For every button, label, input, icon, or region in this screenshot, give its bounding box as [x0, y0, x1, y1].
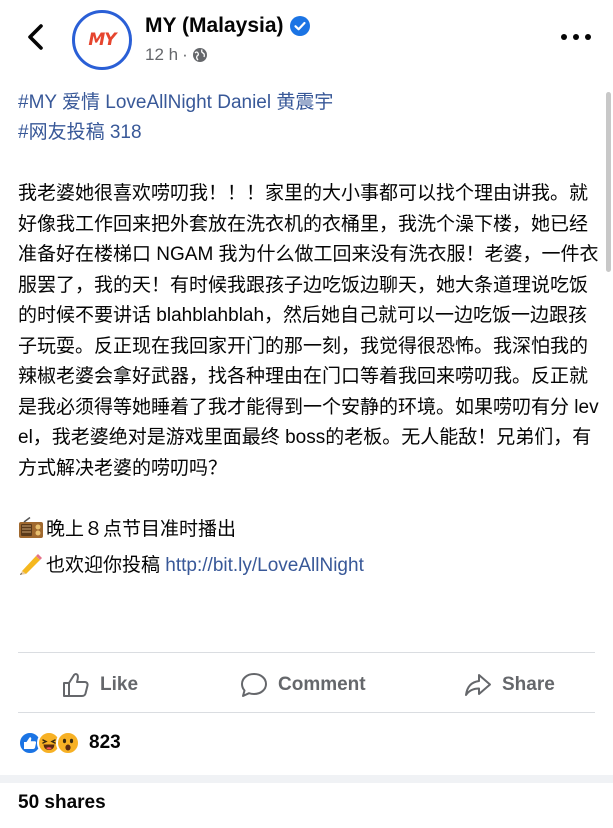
- thumbs-up-icon: [63, 673, 89, 697]
- page-avatar[interactable]: MY: [72, 10, 132, 70]
- share-label: Share: [502, 674, 555, 695]
- hashtag-line[interactable]: #网友投稿 318: [18, 118, 600, 148]
- like-label: Like: [100, 674, 139, 695]
- schedule-line: 晚上８点节目准时播出: [18, 512, 600, 548]
- reactions-summary[interactable]: 823: [18, 728, 121, 758]
- post-header: MY MY (Malaysia) 12 h ·: [0, 0, 613, 84]
- share-icon: [465, 674, 491, 696]
- section-separator: [0, 775, 613, 783]
- comment-icon: [241, 673, 267, 697]
- pencil-icon: [20, 554, 42, 575]
- more-options-button[interactable]: [561, 26, 591, 48]
- action-bar: Like Comment Share: [0, 660, 613, 710]
- submit-text: 也欢迎你投稿: [46, 555, 161, 576]
- shares-count[interactable]: 50 shares: [18, 792, 106, 814]
- like-button[interactable]: Like: [62, 660, 138, 710]
- wow-icon: [56, 731, 80, 755]
- submit-line: 也欢迎你投稿 http://bit.ly/LoveAllNight: [18, 548, 600, 584]
- more-dot: [585, 34, 591, 40]
- divider: [18, 712, 595, 713]
- post-footer-lines: 晚上８点节目准时播出 也欢迎你投稿 http://bit.ly/LoveAllN…: [18, 512, 600, 584]
- share-button[interactable]: Share: [464, 660, 555, 710]
- post-time[interactable]: 12 h: [145, 45, 178, 65]
- hashtags: #MY 爱情 LoveAllNight Daniel 黄震宇 #网友投稿 318: [18, 88, 600, 148]
- globe-icon: [192, 48, 207, 62]
- schedule-text: 晚上８点节目准时播出: [46, 519, 237, 540]
- page-name[interactable]: MY (Malaysia): [145, 14, 284, 38]
- page-name-row: MY (Malaysia): [145, 14, 310, 38]
- hashtag-line[interactable]: #MY 爱情 LoveAllNight Daniel 黄震宇: [18, 88, 600, 118]
- post-content: #MY 爱情 LoveAllNight Daniel 黄震宇 #网友投稿 318…: [18, 88, 600, 584]
- chevron-left-icon: [28, 24, 43, 50]
- reaction-count: 823: [89, 732, 121, 753]
- post-meta: 12 h ·: [145, 45, 208, 65]
- comment-label: Comment: [278, 674, 366, 695]
- scrollbar[interactable]: [606, 92, 611, 272]
- submit-link[interactable]: http://bit.ly/LoveAllNight: [165, 555, 364, 576]
- back-button[interactable]: [20, 20, 50, 54]
- verified-badge-icon: [289, 16, 310, 36]
- more-dot: [573, 34, 579, 40]
- comment-button[interactable]: Comment: [240, 660, 366, 710]
- meta-separator: ·: [182, 45, 188, 64]
- divider: [18, 652, 595, 653]
- post-body: 我老婆她很喜欢唠叨我！！！家里的大小事都可以找个理由讲我。就好像我工作回来把外套…: [18, 183, 599, 479]
- logo-text: MY: [88, 30, 116, 50]
- more-dot: [561, 34, 567, 40]
- radio-icon: [19, 517, 43, 538]
